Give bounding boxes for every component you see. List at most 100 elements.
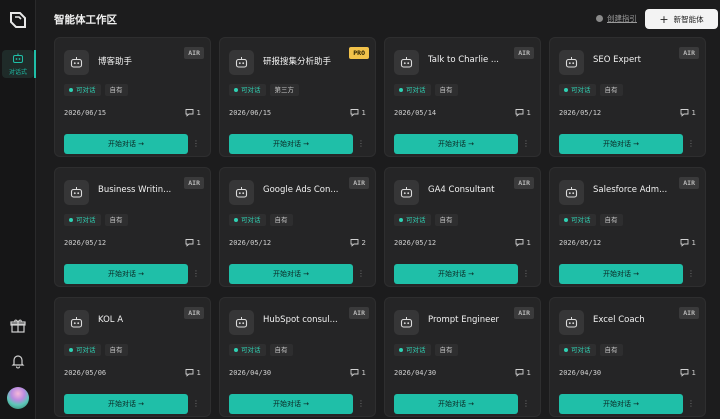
- comment-icon: [515, 369, 523, 377]
- updated-date: 2026/04/30: [559, 369, 602, 377]
- start-chat-button[interactable]: 开始对话 →: [559, 394, 683, 414]
- robot-icon: [565, 57, 578, 68]
- more-menu-icon[interactable]: ⋮: [192, 269, 200, 279]
- start-chat-button[interactable]: 开始对话 →: [394, 264, 518, 284]
- create-guide-link[interactable]: 创建指引: [596, 13, 637, 24]
- agent-name: Talk to Charlie ...: [428, 55, 500, 65]
- plan-badge: AIR: [679, 307, 699, 319]
- plan-badge: AIR: [349, 307, 369, 319]
- robot-icon: [235, 57, 248, 68]
- more-menu-icon[interactable]: ⋮: [192, 399, 200, 409]
- source-tag: 自有: [269, 344, 293, 356]
- agent-name: Prompt Engineer: [428, 315, 500, 325]
- agent-card[interactable]: Talk to Charlie ... AIR 可对话 自有 2026/05/1…: [384, 37, 541, 157]
- start-chat-button[interactable]: 开始对话 →: [64, 264, 188, 284]
- agent-card[interactable]: Google Ads Con... AIR 可对话 自有 2026/05/12 …: [219, 167, 376, 287]
- more-menu-icon[interactable]: ⋮: [687, 399, 695, 409]
- agent-card[interactable]: KOL A AIR 可对话 自有 2026/05/06 1 开始对话 → ⋮: [54, 297, 211, 417]
- more-menu-icon[interactable]: ⋮: [687, 269, 695, 279]
- agent-card[interactable]: GA4 Consultant AIR 可对话 自有 2026/05/12 1 开…: [384, 167, 541, 287]
- agent-name: Business Writin...: [98, 185, 172, 195]
- start-chat-button[interactable]: 开始对话 →: [229, 134, 353, 154]
- status-label: 可对话: [241, 346, 261, 354]
- start-chat-button[interactable]: 开始对话 →: [229, 394, 353, 414]
- start-chat-label: 开始对话 →: [602, 270, 640, 278]
- conversation-count-value: 1: [691, 108, 696, 117]
- start-chat-button[interactable]: 开始对话 →: [559, 264, 683, 284]
- updated-date: 2026/06/15: [229, 109, 272, 117]
- page-title: 智能体工作区: [54, 14, 117, 26]
- source-tag: 第三方: [269, 84, 299, 96]
- bell-icon[interactable]: [8, 351, 28, 371]
- status-tag: 可对话: [64, 214, 101, 226]
- more-menu-icon[interactable]: ⋮: [357, 399, 365, 409]
- gift-icon[interactable]: [8, 316, 28, 336]
- chat-agent-icon: [13, 53, 23, 63]
- start-chat-button[interactable]: 开始对话 →: [559, 134, 683, 154]
- status-tag: 可对话: [394, 84, 431, 96]
- updated-date: 2026/04/30: [229, 369, 272, 377]
- agent-avatar: [559, 180, 584, 205]
- robot-icon: [400, 317, 413, 328]
- conversation-count-value: 2: [361, 238, 366, 247]
- status-tag: 可对话: [229, 214, 266, 226]
- plan-badge: PRO: [349, 47, 369, 59]
- status-tag: 可对话: [229, 344, 266, 356]
- start-chat-label: 开始对话 →: [437, 270, 475, 278]
- agent-card[interactable]: Business Writin... AIR 可对话 自有 2026/05/12…: [54, 167, 211, 287]
- status-label: 可对话: [241, 216, 261, 224]
- status-dot-icon: [69, 348, 73, 352]
- agent-avatar: [229, 50, 254, 75]
- agent-card[interactable]: Prompt Engineer AIR 可对话 自有 2026/04/30 1 …: [384, 297, 541, 417]
- more-menu-icon[interactable]: ⋮: [192, 139, 200, 149]
- agent-card[interactable]: Salesforce Adm... AIR 可对话 自有 2026/05/12 …: [549, 167, 706, 287]
- more-menu-icon[interactable]: ⋮: [357, 139, 365, 149]
- comment-icon: [185, 239, 193, 247]
- updated-date: 2026/05/14: [394, 109, 437, 117]
- conversation-count-value: 1: [691, 368, 696, 377]
- status-tag: 可对话: [559, 214, 596, 226]
- more-menu-icon[interactable]: ⋮: [522, 139, 530, 149]
- updated-date: 2026/05/06: [64, 369, 107, 377]
- agent-avatar: [229, 310, 254, 335]
- start-chat-button[interactable]: 开始对话 →: [64, 394, 188, 414]
- status-tag: 可对话: [394, 214, 431, 226]
- more-menu-icon[interactable]: ⋮: [687, 139, 695, 149]
- status-dot-icon: [69, 88, 73, 92]
- comment-icon: [185, 109, 193, 117]
- agent-card[interactable]: SEO Expert AIR 可对话 自有 2026/05/12 1 开始对话 …: [549, 37, 706, 157]
- status-tag: 可对话: [64, 344, 101, 356]
- agent-avatar: [229, 180, 254, 205]
- start-chat-button[interactable]: 开始对话 →: [394, 394, 518, 414]
- source-tag: 自有: [104, 214, 128, 226]
- logo-icon[interactable]: [8, 10, 28, 30]
- start-chat-button[interactable]: 开始对话 →: [394, 134, 518, 154]
- robot-icon: [70, 57, 83, 68]
- new-agent-button[interactable]: + 新智能体: [645, 9, 718, 29]
- status-label: 可对话: [406, 86, 426, 94]
- rail-nav-chat[interactable]: 对话式: [2, 50, 34, 78]
- start-chat-label: 开始对话 →: [107, 140, 145, 148]
- status-label: 可对话: [76, 216, 96, 224]
- agent-name: 研报搜集分析助手: [263, 57, 332, 67]
- start-chat-label: 开始对话 →: [272, 400, 310, 408]
- start-chat-label: 开始对话 →: [602, 400, 640, 408]
- conversation-count: 1: [515, 368, 531, 377]
- start-chat-button[interactable]: 开始对话 →: [64, 134, 188, 154]
- agent-card[interactable]: 研报搜集分析助手 PRO 可对话 第三方 2026/06/15 1 开始对话 →…: [219, 37, 376, 157]
- more-menu-icon[interactable]: ⋮: [357, 269, 365, 279]
- agent-name: SEO Expert: [593, 55, 642, 65]
- more-menu-icon[interactable]: ⋮: [522, 399, 530, 409]
- status-dot-icon: [399, 88, 403, 92]
- comment-icon: [515, 239, 523, 247]
- main-area: 智能体工作区 创建指引 + 新智能体 博客助手 AIR 可对话 自有 2026/…: [36, 0, 720, 419]
- user-avatar[interactable]: [7, 387, 29, 409]
- agent-card[interactable]: Excel Coach AIR 可对话 自有 2026/04/30 1 开始对话…: [549, 297, 706, 417]
- status-tag: 可对话: [394, 344, 431, 356]
- agent-card[interactable]: HubSpot consul... AIR 可对话 自有 2026/04/30 …: [219, 297, 376, 417]
- more-menu-icon[interactable]: ⋮: [522, 269, 530, 279]
- conversation-count: 1: [515, 238, 531, 247]
- source-tag: 自有: [104, 344, 128, 356]
- agent-card[interactable]: 博客助手 AIR 可对话 自有 2026/06/15 1 开始对话 → ⋮: [54, 37, 211, 157]
- start-chat-button[interactable]: 开始对话 →: [229, 264, 353, 284]
